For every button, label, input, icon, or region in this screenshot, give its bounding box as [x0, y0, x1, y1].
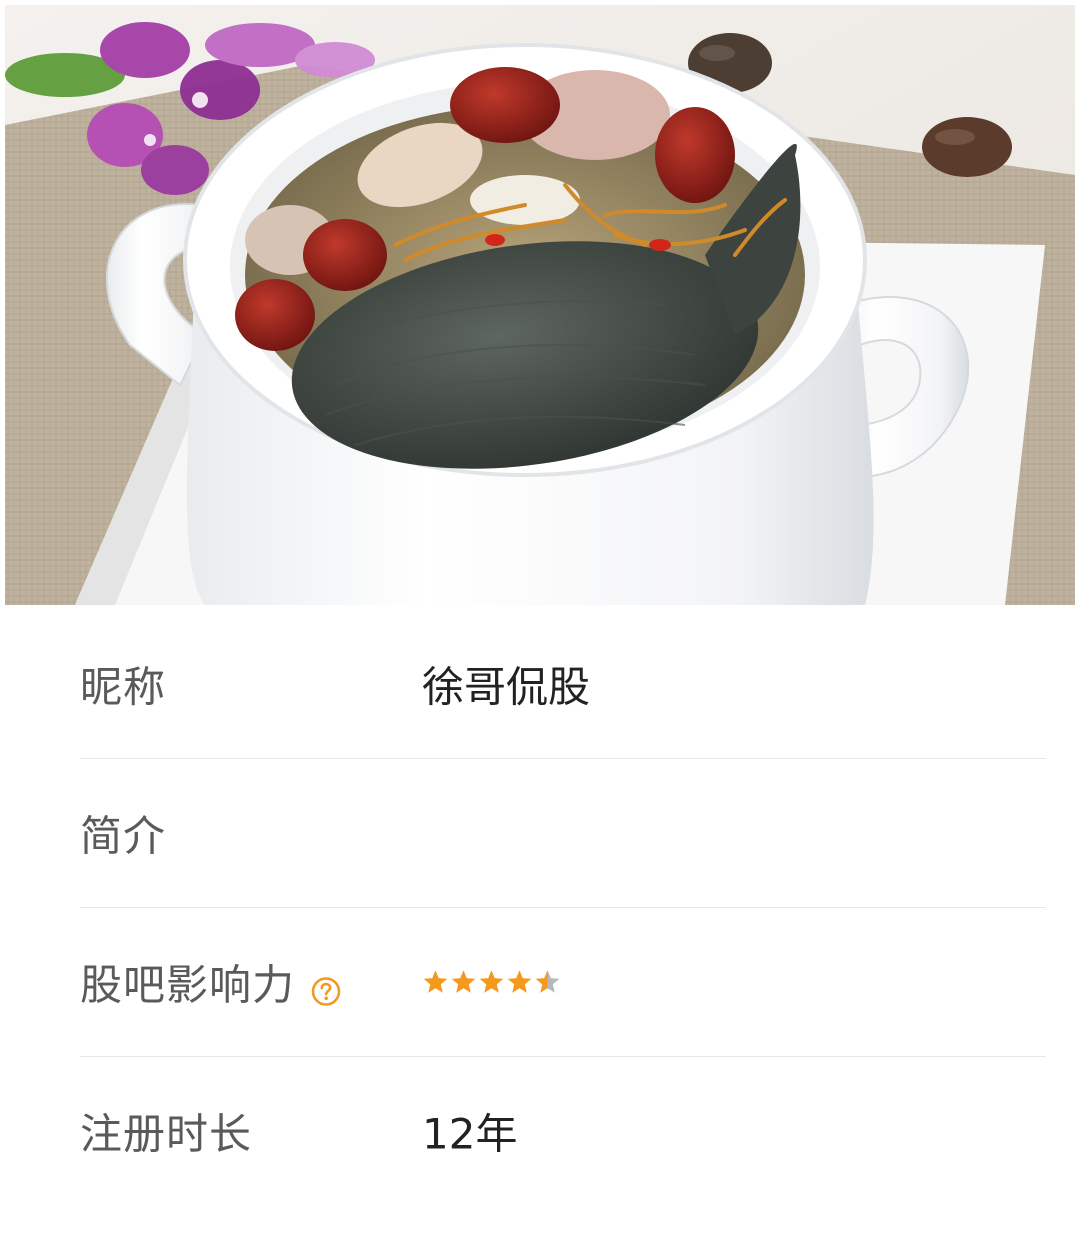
star-icon [423, 970, 448, 993]
row-bio: 简介 [80, 759, 1046, 908]
influence-label-wrap: 股吧影响力 [80, 952, 341, 1013]
star-icon [479, 970, 504, 993]
row-influence: 股吧影响力 [80, 908, 1046, 1057]
star-icon [507, 970, 532, 993]
registration-time-label: 注册时长 [80, 1109, 253, 1159]
nickname-label: 昵称 [80, 662, 167, 712]
star-icon [451, 970, 476, 993]
nickname-value: 徐哥侃股 [422, 662, 591, 712]
registration-time-value: 12年 [422, 1109, 518, 1159]
profile-info-list: 昵称 徐哥侃股 简介 股吧影响力 注册时长 12年 [80, 610, 1046, 1205]
influence-label: 股吧影响力 [80, 960, 296, 1010]
influence-rating [422, 969, 561, 996]
bio-label: 简介 [80, 811, 167, 861]
row-nickname: 昵称 徐哥侃股 [80, 610, 1046, 759]
cover-photo [5, 5, 1075, 605]
star-icon [535, 970, 560, 993]
row-registration-time: 注册时长 12年 [80, 1057, 1046, 1205]
question-circle-icon[interactable] [311, 967, 341, 1006]
cover-illustration [5, 5, 1075, 605]
